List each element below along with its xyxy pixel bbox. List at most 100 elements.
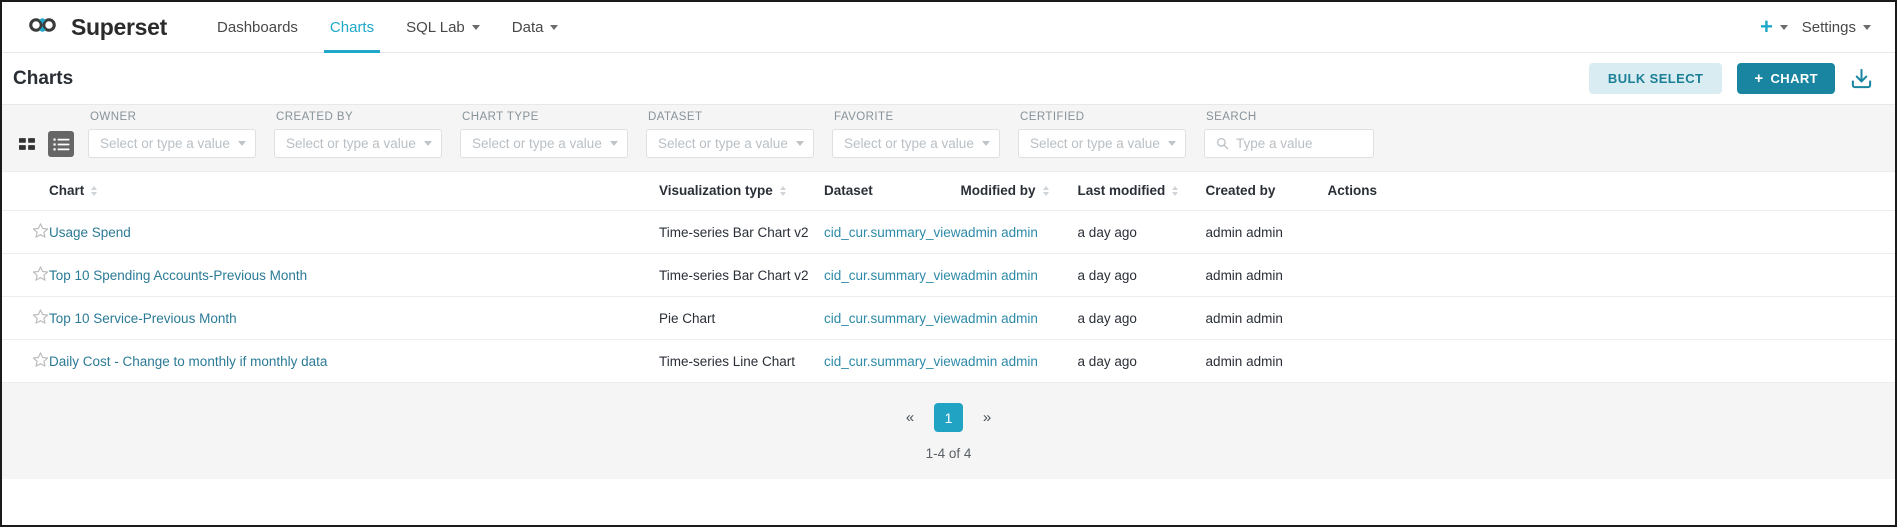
favorite-star-icon[interactable] <box>32 351 49 371</box>
sort-icon[interactable] <box>1042 185 1049 196</box>
modified-by-link[interactable]: admin admin <box>961 268 1038 283</box>
created-by-select[interactable]: Select or type a value <box>274 129 442 158</box>
chevron-down-icon <box>550 24 559 30</box>
search-icon <box>1216 137 1229 150</box>
dataset-cell: cid_cur.summary_view <box>824 210 961 254</box>
modified-by-link[interactable]: admin admin <box>961 225 1038 240</box>
nav-item-label: Data <box>511 18 544 36</box>
visualization-type-cell: Time-series Bar Chart v2 <box>659 253 824 297</box>
new-chart-label: CHART <box>1770 71 1818 86</box>
certified-select[interactable]: Select or type a value <box>1018 129 1186 158</box>
column-chart[interactable]: Chart <box>49 172 659 211</box>
filter-search: SEARCH Type a value <box>1204 111 1374 158</box>
created-by-cell: admin admin <box>1205 253 1328 297</box>
row-count-label: 1-4 of 4 <box>925 446 972 461</box>
chart-link[interactable]: Daily Cost - Change to monthly if monthl… <box>49 354 327 369</box>
table-row[interactable]: Top 10 Service-Previous Month Pie Chart … <box>2 296 1895 340</box>
table-row[interactable]: Usage Spend Time-series Bar Chart v2 cid… <box>2 210 1895 254</box>
filter-certified: CERTIFIED Select or type a value <box>1018 111 1186 158</box>
settings-label: Settings <box>1801 18 1856 36</box>
dataset-cell: cid_cur.summary_view <box>824 253 961 297</box>
column-favorite <box>2 172 49 211</box>
filter-label: FAVORITE <box>834 111 894 123</box>
nav-item-dashboards[interactable]: Dashboards <box>201 2 314 53</box>
nav-items: Dashboards Charts SQL Lab Data <box>201 2 574 53</box>
search-input-placeholder: Type a value <box>1236 136 1313 151</box>
pagination: « 1 » <box>902 403 995 432</box>
modified-by-link[interactable]: admin admin <box>961 354 1038 369</box>
bulk-select-button[interactable]: BULK SELECT <box>1588 63 1723 94</box>
actions-cell[interactable] <box>1327 210 1895 254</box>
actions-cell[interactable] <box>1327 339 1895 383</box>
dataset-select[interactable]: Select or type a value <box>646 129 814 158</box>
dataset-cell: cid_cur.summary_view <box>824 339 961 383</box>
chevron-down-icon <box>1168 141 1176 146</box>
chart-type-select[interactable]: Select or type a value <box>460 129 628 158</box>
last-modified-cell: a day ago <box>1077 253 1206 297</box>
nav-item-charts[interactable]: Charts <box>314 2 390 53</box>
nav-item-label: Charts <box>329 18 375 36</box>
favorite-select[interactable]: Select or type a value <box>832 129 1000 158</box>
sort-icon[interactable] <box>779 185 786 196</box>
actions-cell[interactable] <box>1327 296 1895 340</box>
table-row[interactable]: Top 10 Spending Accounts-Previous Month … <box>2 253 1895 297</box>
favorite-cell <box>2 339 49 383</box>
column-modified-by[interactable]: Modified by <box>960 172 1078 211</box>
filter-label: CHART TYPE <box>462 111 539 123</box>
column-visualization-type[interactable]: Visualization type <box>659 172 824 211</box>
chart-link[interactable]: Top 10 Spending Accounts-Previous Month <box>49 268 307 283</box>
grid-view-icon[interactable] <box>14 131 40 157</box>
dataset-select-placeholder: Select or type a value <box>658 136 788 151</box>
column-created-by-label: Created by <box>1205 183 1276 198</box>
sort-icon[interactable] <box>91 185 98 196</box>
modified-by-link[interactable]: admin admin <box>961 311 1038 326</box>
dataset-link[interactable]: cid_cur.summary_view <box>824 225 961 240</box>
visualization-type-cell: Time-series Line Chart <box>659 339 824 383</box>
filter-label: OWNER <box>90 111 137 123</box>
sort-icon[interactable] <box>1172 185 1179 196</box>
pagination-prev-button[interactable]: « <box>902 409 918 426</box>
pagination-page-1[interactable]: 1 <box>934 403 963 432</box>
new-menu-button[interactable]: + <box>1760 16 1788 38</box>
dataset-link[interactable]: cid_cur.summary_view <box>824 311 961 326</box>
import-download-icon[interactable] <box>1850 67 1873 90</box>
brand[interactable]: Superset <box>26 14 167 41</box>
list-view-icon[interactable] <box>48 131 74 157</box>
created-by-select-placeholder: Select or type a value <box>286 136 416 151</box>
nav-item-label: Dashboards <box>217 18 298 36</box>
bulk-select-label: BULK SELECT <box>1607 71 1704 86</box>
last-modified-cell: a day ago <box>1077 296 1206 340</box>
nav-item-sql-lab[interactable]: SQL Lab <box>390 2 496 53</box>
favorite-star-icon[interactable] <box>32 308 49 328</box>
filter-chart-type: CHART TYPE Select or type a value <box>460 111 628 158</box>
table-row[interactable]: Daily Cost - Change to monthly if monthl… <box>2 339 1895 383</box>
navbar-right: + Settings <box>1760 16 1873 38</box>
created-by-cell: admin admin <box>1205 210 1328 254</box>
column-visualization-type-label: Visualization type <box>659 183 773 198</box>
nav-item-data[interactable]: Data <box>496 2 575 53</box>
favorite-star-icon[interactable] <box>32 222 49 242</box>
settings-menu-button[interactable]: Settings <box>1802 19 1873 36</box>
plus-icon: + <box>1754 70 1764 87</box>
search-input[interactable]: Type a value <box>1204 129 1374 158</box>
page-header: Charts BULK SELECT + CHART <box>2 53 1895 105</box>
modified-by-cell: admin admin <box>960 210 1078 254</box>
favorite-select-placeholder: Select or type a value <box>844 136 974 151</box>
column-last-modified[interactable]: Last modified <box>1077 172 1206 211</box>
chart-link[interactable]: Top 10 Service-Previous Month <box>49 311 237 326</box>
actions-cell[interactable] <box>1327 253 1895 297</box>
last-modified-cell: a day ago <box>1077 210 1206 254</box>
modified-by-cell: admin admin <box>960 296 1078 340</box>
favorite-star-icon[interactable] <box>32 265 49 285</box>
dataset-link[interactable]: cid_cur.summary_view <box>824 354 961 369</box>
modified-by-cell: admin admin <box>960 253 1078 297</box>
chart-name-cell: Top 10 Service-Previous Month <box>49 296 659 340</box>
dataset-link[interactable]: cid_cur.summary_view <box>824 268 961 283</box>
chart-link[interactable]: Usage Spend <box>49 225 131 240</box>
chevron-down-icon <box>1779 24 1788 30</box>
new-chart-button[interactable]: + CHART <box>1737 63 1835 94</box>
filter-label: DATASET <box>648 111 703 123</box>
chevron-down-icon <box>424 141 432 146</box>
pagination-next-button[interactable]: » <box>979 409 995 426</box>
owner-select[interactable]: Select or type a value <box>88 129 256 158</box>
